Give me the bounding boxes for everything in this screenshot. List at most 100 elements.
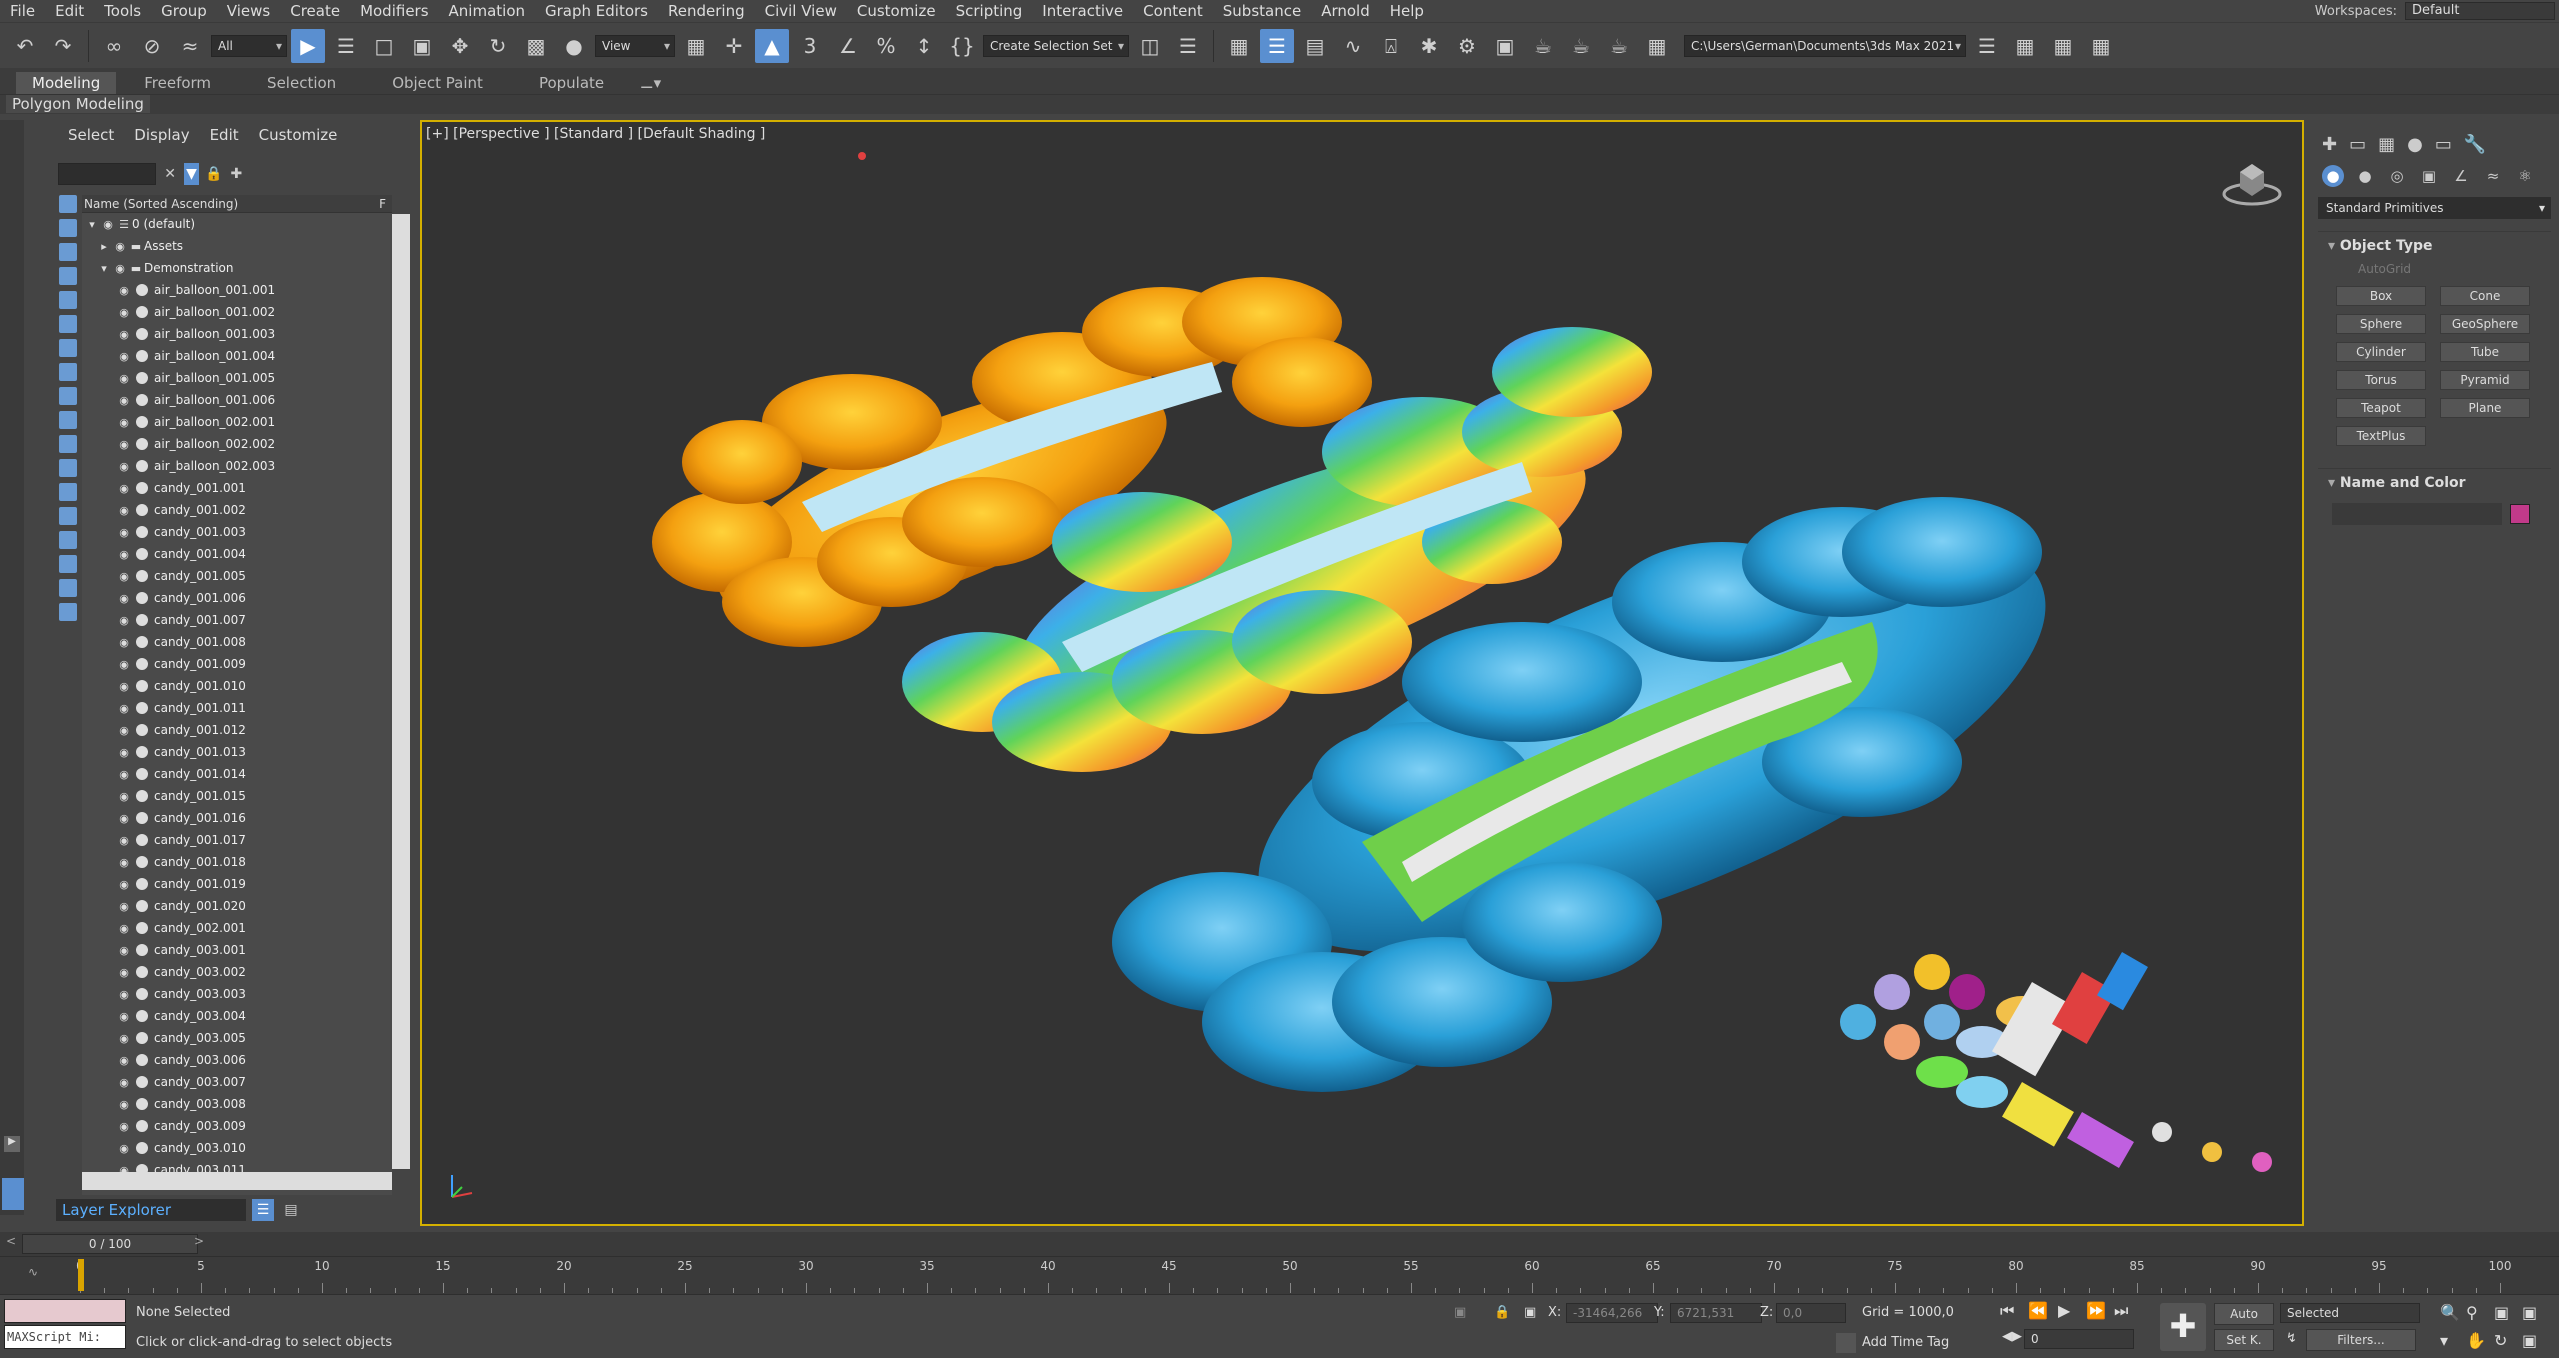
display-influences-icon[interactable] [59, 579, 77, 597]
ref-coord-dropdown[interactable]: View [595, 34, 675, 57]
menu-views[interactable]: Views [217, 0, 280, 22]
display-xrefs-icon[interactable] [59, 363, 77, 381]
material-editor-icon[interactable]: ✱ [1412, 29, 1446, 63]
track-bar[interactable]: ∿ 05101520253035404550556065707580859095… [0, 1256, 2559, 1294]
viewport-label[interactable]: [+] [Perspective ] [Standard ] [Default … [426, 126, 765, 142]
visibility-eye-icon[interactable]: ◉ [116, 1142, 132, 1155]
pyramid-button[interactable]: Pyramid [2440, 370, 2530, 390]
tree-row-item[interactable]: ◉ candy_003.006 [82, 1049, 392, 1071]
redo-icon[interactable]: ↷ [46, 29, 80, 63]
key-filter-dropdown[interactable]: Selected [2280, 1303, 2420, 1323]
visibility-eye-icon[interactable]: ◉ [116, 878, 132, 891]
visibility-eye-icon[interactable]: ◉ [116, 416, 132, 429]
cone-button[interactable]: Cone [2440, 286, 2530, 306]
object-name-field[interactable] [2332, 503, 2502, 525]
textplus-button[interactable]: TextPlus [2336, 426, 2426, 446]
auto-key-button[interactable]: Auto [2214, 1303, 2274, 1325]
visibility-eye-icon[interactable]: ◉ [116, 790, 132, 803]
tree-row-item[interactable]: ◉ candy_001.014 [82, 763, 392, 785]
select-manipulate-icon[interactable]: ✛ [717, 29, 751, 63]
explorer-menu-customize[interactable]: Customize [259, 126, 338, 144]
clear-search-icon[interactable]: ✕ [162, 163, 177, 185]
transform-mode-icon[interactable]: ▣ [1524, 1305, 1536, 1320]
visibility-eye-icon[interactable]: ◉ [116, 636, 132, 649]
tree-row-item[interactable]: ◉ candy_001.002 [82, 499, 392, 521]
tree-row-item[interactable]: ◉ candy_001.016 [82, 807, 392, 829]
primitive-type-dropdown[interactable]: Standard Primitives [2318, 197, 2551, 219]
time-slider-thumb[interactable]: 0 / 100 [22, 1234, 198, 1254]
maxscript-mini[interactable]: MAXScript Mi: [4, 1325, 126, 1349]
link-icon[interactable]: ∞ [97, 29, 131, 63]
visibility-eye-icon[interactable]: ◉ [116, 526, 132, 539]
explorer-vscroll[interactable] [392, 214, 410, 1169]
orbit-icon[interactable]: ↻ [2494, 1331, 2507, 1350]
display-bones-icon[interactable] [59, 387, 77, 405]
tree-row-item[interactable]: ◉ candy_003.007 [82, 1071, 392, 1093]
explorer-menu-select[interactable]: Select [68, 126, 114, 144]
menu-edit[interactable]: Edit [45, 0, 94, 22]
archive-icon[interactable]: ▦ [2084, 29, 2118, 63]
visibility-eye-icon[interactable]: ◉ [116, 460, 132, 473]
visibility-eye-icon[interactable]: ◉ [116, 350, 132, 363]
tree-row-item[interactable]: ◉ candy_001.001 [82, 477, 392, 499]
menu-help[interactable]: Help [1380, 0, 1434, 22]
explorer-menu-edit[interactable]: Edit [210, 126, 239, 144]
visibility-eye-icon[interactable]: ◉ [116, 592, 132, 605]
expand-arrow-icon[interactable]: ▸ [96, 240, 112, 253]
display-children-icon[interactable] [59, 555, 77, 573]
visibility-eye-icon[interactable]: ◉ [116, 768, 132, 781]
modify-tab-icon[interactable]: ▭ [2349, 134, 2366, 155]
tree-row-item[interactable]: ◉ air_balloon_001.001 [82, 279, 392, 301]
tree-row-item[interactable]: ◉ candy_003.008 [82, 1093, 392, 1115]
menu-tools[interactable]: Tools [94, 0, 151, 22]
maximize-viewport-icon[interactable]: ▣ [2522, 1331, 2537, 1350]
explorer-menu-display[interactable]: Display [134, 126, 189, 144]
workspaces-dropdown[interactable]: Default [2405, 2, 2555, 20]
explorer-header[interactable]: Name (Sorted Ascending) F [82, 195, 392, 213]
save-file-icon[interactable]: ▦ [2046, 29, 2080, 63]
visibility-eye-icon[interactable]: ◉ [116, 394, 132, 407]
filters-button[interactable]: Filters... [2306, 1329, 2416, 1351]
add-time-tag[interactable]: Add Time Tag [1862, 1335, 1949, 1350]
isolate-icon[interactable]: ▣ [1454, 1305, 1466, 1320]
tree-row-item[interactable]: ◉ candy_003.001 [82, 939, 392, 961]
geometry-icon[interactable]: ● [2322, 165, 2344, 187]
ribbon-polygon-modeling[interactable]: Polygon Modeling [6, 95, 150, 113]
percent-snap-icon[interactable]: % [869, 29, 903, 63]
render-gallery-icon[interactable]: ▦ [1640, 29, 1674, 63]
visibility-eye-icon[interactable]: ◉ [116, 1120, 132, 1133]
zoom-extents-all-icon[interactable]: ▣ [2522, 1303, 2537, 1322]
layer-toggle-icon[interactable]: ☰ [252, 1199, 274, 1221]
x-coord-field[interactable]: -31464,266 [1566, 1303, 1658, 1323]
menu-arnold[interactable]: Arnold [1311, 0, 1380, 22]
unlink-icon[interactable]: ⊘ [135, 29, 169, 63]
select-object-icon[interactable]: ▶ [291, 28, 325, 63]
tree-row-item[interactable]: ◉ candy_001.013 [82, 741, 392, 763]
display-frozen-icon[interactable] [59, 435, 77, 453]
tree-row-item[interactable]: ◉ candy_001.004 [82, 543, 392, 565]
visibility-eye-icon[interactable]: ◉ [116, 614, 132, 627]
render-setup-icon[interactable]: ⚙ [1450, 29, 1484, 63]
motion-tab-icon[interactable]: ● [2407, 134, 2423, 155]
tree-row-item[interactable]: ◉ candy_003.009 [82, 1115, 392, 1137]
invert-display-icon[interactable] [59, 531, 77, 549]
tab-modeling[interactable]: Modeling [16, 72, 117, 94]
visibility-eye-icon[interactable]: ◉ [116, 966, 132, 979]
visibility-eye-icon[interactable]: ◉ [116, 548, 132, 561]
time-tag-icon[interactable] [1836, 1333, 1856, 1353]
tree-row-item[interactable]: ◉ candy_003.004 [82, 1005, 392, 1027]
select-place-icon[interactable]: ● [557, 29, 591, 63]
tree-row-item[interactable]: ◉ candy_001.019 [82, 873, 392, 895]
tree-row-item[interactable]: ◉ candy_003.003 [82, 983, 392, 1005]
display-geometry-icon[interactable] [59, 195, 77, 213]
hierarchy-tab-icon[interactable]: ▦ [2378, 134, 2395, 155]
render-production-icon[interactable]: ☕ [1526, 29, 1560, 63]
visibility-eye-icon[interactable]: ◉ [116, 372, 132, 385]
visibility-eye-icon[interactable]: ◉ [116, 284, 132, 297]
window-crossing-icon[interactable]: ▣ [405, 29, 439, 63]
menu-customize[interactable]: Customize [847, 0, 946, 22]
pan-icon[interactable]: ✋ [2466, 1331, 2486, 1350]
visibility-eye-icon[interactable]: ◉ [116, 306, 132, 319]
tree-row-item[interactable]: ◉ candy_003.002 [82, 961, 392, 983]
tab-object-paint[interactable]: Object Paint [364, 72, 511, 94]
